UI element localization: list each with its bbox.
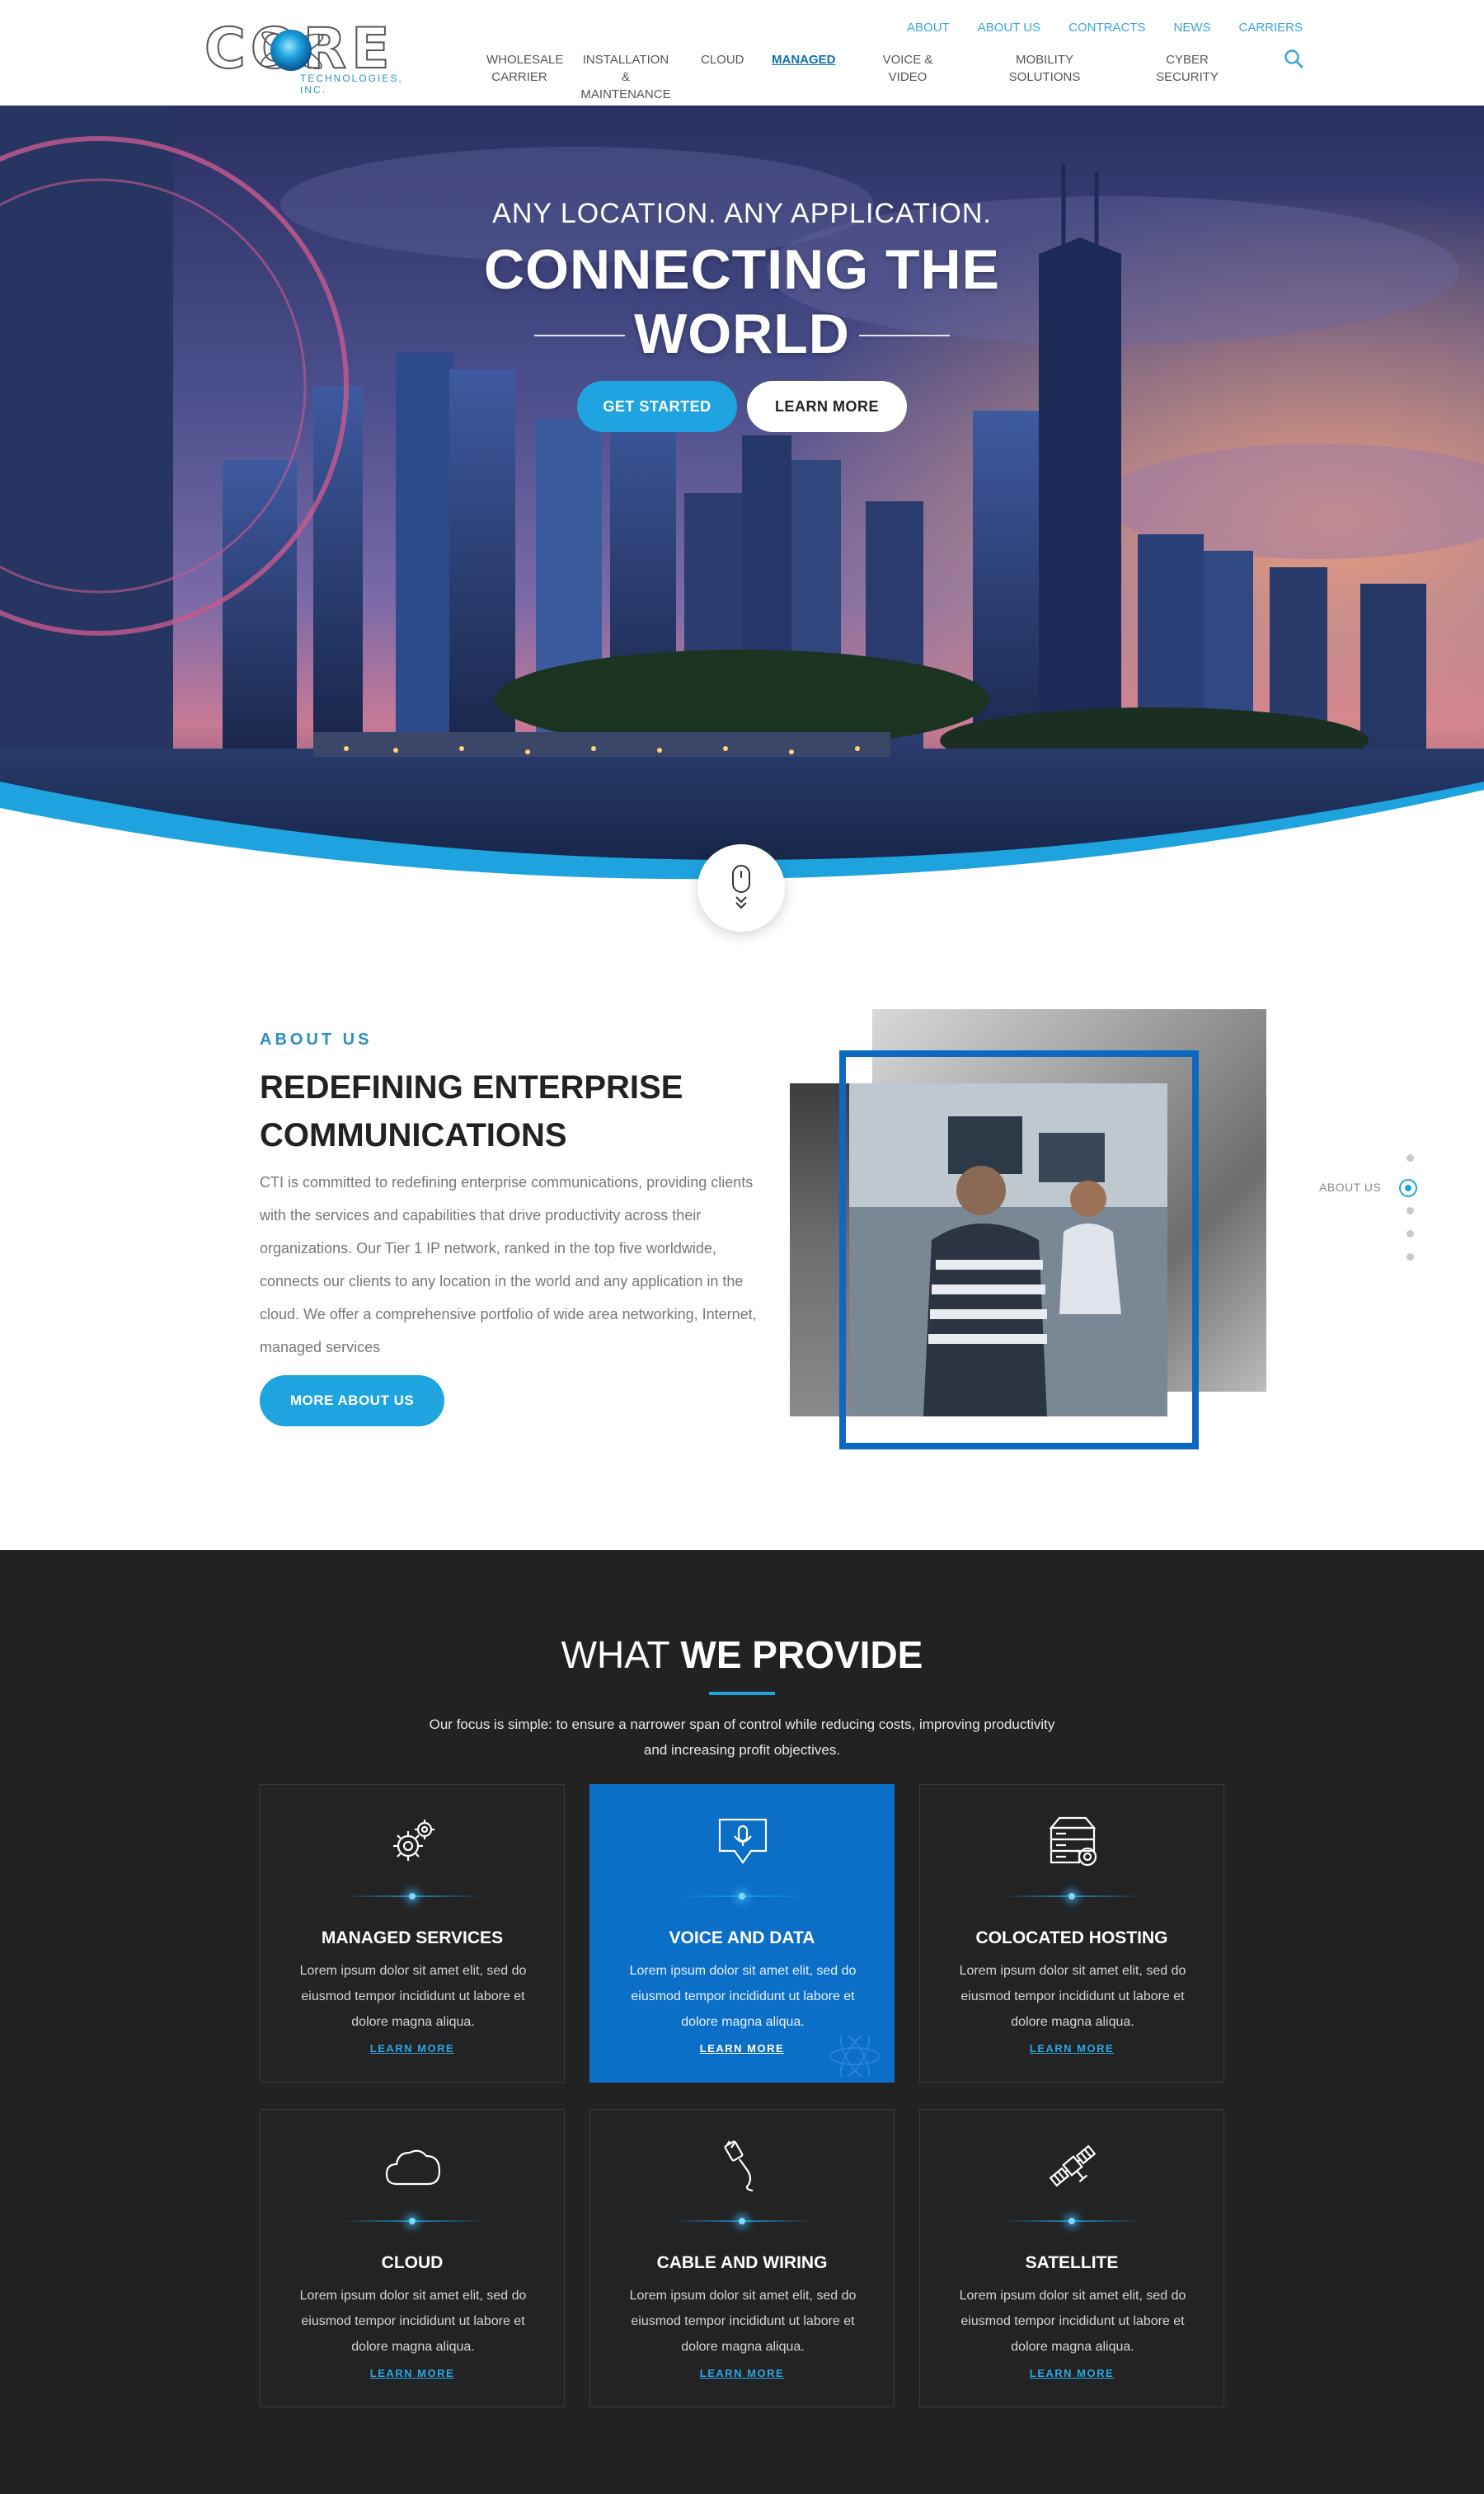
card-title: Cloud [381,2253,444,2272]
gears-icon [393,1820,434,1861]
service-card-colocated-hosting[interactable]: Colocated Hosting Lorem ipsum dolor sit … [919,1784,1224,2083]
card-divider-glow [1003,2218,1143,2224]
hero-title-line1: CONNECTING THE [484,238,1000,301]
topnav-about[interactable]: About [907,21,950,35]
card-divider-glow [1003,1893,1143,1900]
service-card-cloud[interactable]: Cloud Lorem ipsum dolor sit amet elit, s… [260,2109,565,2407]
services-intro: Our focus is simple: to ensure a narrowe… [429,1717,1055,1758]
pagination-dot-active[interactable] [1399,1179,1417,1197]
hero-decorative-line [534,335,625,336]
services-title-light: WHAT [561,1633,670,1676]
card-divider-glow [673,2218,813,2224]
server-icon [1049,1816,1097,1867]
card-learn-more-link[interactable]: Learn More [261,2042,564,2055]
card-title: Voice and Data [669,1928,815,1947]
service-card-cable-and-wiring[interactable]: Cable and Wiring Lorem ipsum dolor sit a… [589,2109,895,2407]
about-eyebrow: About Us [260,1031,373,1049]
card-title: Satellite [1025,2253,1119,2272]
mouse-scroll-icon [732,865,750,909]
voice-message-icon [718,1818,768,1864]
pagination-dot[interactable] [1407,1230,1414,1238]
topnav-news[interactable]: News [1173,21,1210,35]
topnav-about-us[interactable]: About Us [978,21,1040,35]
services-title-bold: WE PROVIDE [680,1633,923,1676]
nav-voice-video[interactable]: Voice & Video [864,51,951,86]
card-title: Managed Services [321,1928,504,1947]
site-header: CORE TECHNOLOGIES, INC. About About Us C… [0,0,1484,106]
service-card-voice-and-data[interactable]: Voice and Data Lorem ipsum dolor sit ame… [589,1784,895,2083]
hero-section: ANY LOCATION. ANY APPLICATION. CONNECTIN… [0,106,1484,930]
more-about-us-button[interactable]: More About Us [260,1375,444,1426]
service-card-managed-services[interactable]: Managed Services Lorem ipsum dolor sit a… [260,1784,565,2083]
photo-blue-frame [839,1050,1199,1449]
card-divider-glow [343,1893,483,1900]
card-learn-more-link[interactable]: Learn More [590,2367,894,2379]
nav-installation-maintenance[interactable]: Installation & Maintenance [579,51,673,103]
card-learn-more-link[interactable]: Learn More [920,2042,1223,2055]
learn-more-button[interactable]: Learn More [747,381,907,432]
section-pagination [1402,1154,1418,1270]
satellite-icon [1049,2144,1097,2187]
nav-cyber-security[interactable]: Cyber Security [1138,51,1237,86]
nav-mobility-solutions[interactable]: Mobility Solutions [983,51,1106,86]
topnav-carriers[interactable]: Carriers [1238,21,1303,35]
nav-wholesale-carrier[interactable]: Wholesale Carrier [486,51,563,86]
card-learn-more-link[interactable]: Learn More [261,2367,564,2379]
get-started-button[interactable]: Get Started [577,381,737,432]
cloud-icon [385,2149,441,2186]
card-description: Lorem ipsum dolor sit amet elit, sed do … [629,2289,857,2354]
card-title: Cable and Wiring [656,2253,828,2272]
service-card-satellite[interactable]: Satellite Lorem ipsum dolor sit amet eli… [919,2109,1224,2407]
hero-decorative-line [859,335,950,336]
nav-managed[interactable]: Managed [772,51,836,68]
hero-title: CONNECTING THE WORLD [0,237,1484,366]
card-description: Lorem ipsum dolor sit amet elit, sed do … [629,1964,857,2029]
card-description: Lorem ipsum dolor sit amet elit, sed do … [959,1964,1186,2029]
card-divider-glow [673,1893,813,1900]
card-title: Colocated Hosting [975,1928,1168,1947]
logo-subtitle: TECHNOLOGIES, INC. [300,73,403,96]
logo-globe-icon [270,30,312,71]
search-icon[interactable] [1283,48,1304,69]
nav-cloud[interactable]: Cloud [701,51,744,68]
card-description: Lorem ipsum dolor sit amet elit, sed do … [299,1964,527,2029]
top-utility-nav: About About Us Contracts News Carriers [879,21,1303,35]
card-divider-glow [343,2218,483,2224]
about-title: Redefining Enterprise Communications [260,1069,683,1153]
card-description: Lorem ipsum dolor sit amet elit, sed do … [299,2289,527,2354]
pagination-dot[interactable] [1407,1253,1414,1261]
main-nav: Wholesale Carrier Installation & Mainten… [486,51,1237,103]
about-body: CTI is committed to redefining enterpris… [260,1174,757,1355]
pagination-dot[interactable] [1407,1154,1414,1162]
services-title: WHAT WE PROVIDE [0,1632,1484,1677]
services-section: WHAT WE PROVIDE Our focus is simple: to … [0,1550,1484,2494]
card-description: Lorem ipsum dolor sit amet elit, sed do … [959,2289,1186,2354]
logo[interactable]: CORE TECHNOLOGIES, INC. [204,21,419,96]
pagination-dot[interactable] [1407,1207,1414,1214]
atom-watermark-icon [829,2036,881,2077]
scroll-down-button[interactable] [697,844,785,932]
pagination-label: About Us [1319,1181,1382,1194]
topnav-contracts[interactable]: Contracts [1068,21,1145,35]
hero-title-line2: WORLD [634,303,850,365]
card-learn-more-link[interactable]: Learn More [920,2367,1223,2379]
hero-eyebrow: ANY LOCATION. ANY APPLICATION. [492,198,992,229]
title-underline [709,1692,775,1695]
cable-icon [724,2140,754,2192]
